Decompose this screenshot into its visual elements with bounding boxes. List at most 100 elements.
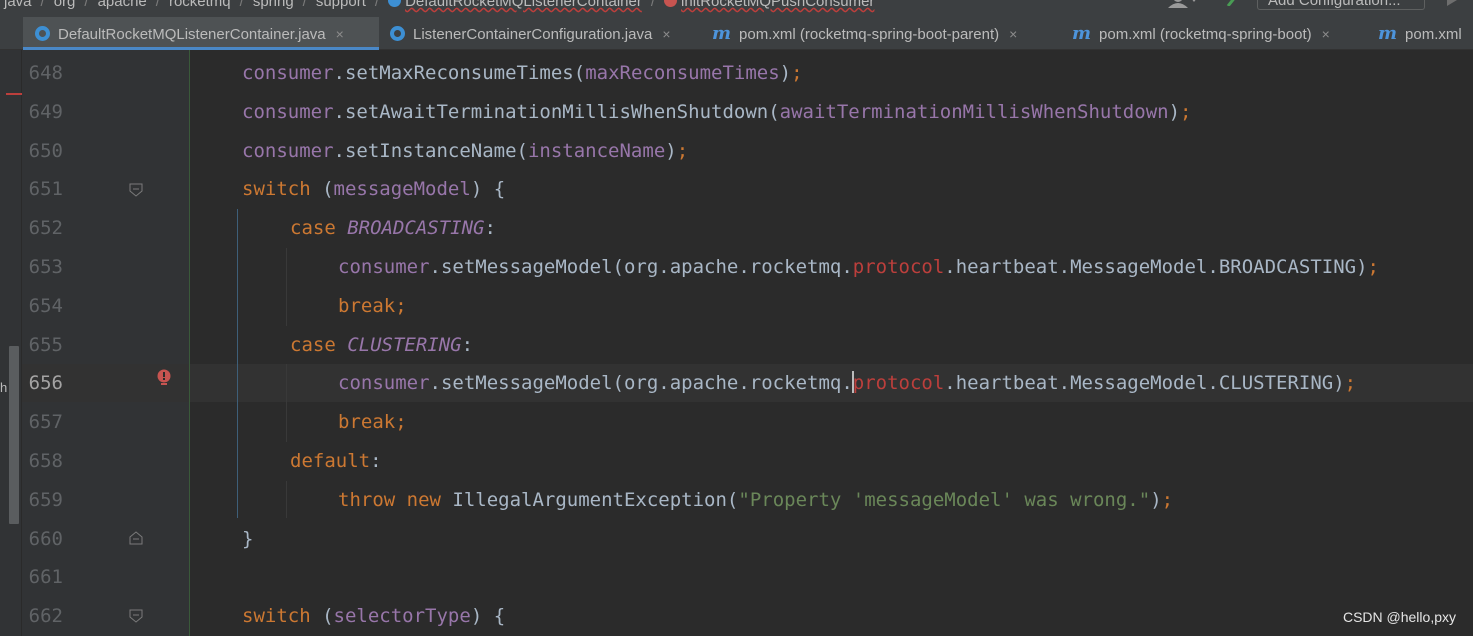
code-token: ): [1168, 100, 1181, 123]
code-token: .setMaxReconsumeTimes(: [333, 62, 586, 84]
code-token: "Property 'messageModel' was wrong.": [738, 488, 1151, 511]
line-number: 648: [28, 62, 63, 84]
breadcrumb-item-support[interactable]: support: [316, 0, 366, 10]
user-icon[interactable]: [1168, 0, 1198, 8]
tab-pom-other[interactable]: m pom.xml: [1378, 17, 1462, 49]
code-token: ;: [676, 139, 689, 162]
breadcrumb-item-method[interactable]: initRocketMQPushConsumer: [681, 0, 874, 10]
java-class-icon: [35, 26, 50, 41]
breadcrumb-separator: /: [374, 0, 380, 10]
add-configuration-button[interactable]: Add Configuration...: [1257, 0, 1425, 10]
line-number: 651: [28, 178, 63, 201]
code-token: break;: [338, 411, 407, 434]
code-line[interactable]: 650 consumer.setInstanceName(instanceName…: [0, 132, 1473, 170]
breadcrumb-separator: /: [40, 0, 45, 10]
code-token: .heartbeat.MessageModel.CLUSTERING): [944, 372, 1345, 395]
breadcrumb-item-class[interactable]: DefaultRocketMQListenerContainer: [405, 0, 642, 10]
code-token: .heartbeat.MessageModel.BROADCASTING): [944, 256, 1368, 278]
code-token: (: [322, 178, 334, 201]
breadcrumb: java / org / apache / rocketmq / spring / support /…: [4, 0, 874, 10]
code-token: case: [290, 333, 348, 356]
breadcrumb-item-rocketmq[interactable]: rocketmq: [169, 0, 231, 10]
navigation-bar: java / org / apache / rocketmq / spring / support /…: [0, 0, 1473, 17]
code-line[interactable]: 652 case BROADCASTING:: [0, 209, 1473, 247]
code-line[interactable]: 654 break;: [0, 287, 1473, 325]
code-text: throw new IllegalArgumentException("Prop…: [338, 481, 1173, 519]
code-text: }: [242, 520, 253, 558]
breadcrumb-separator: /: [302, 0, 307, 10]
code-token: ) {: [470, 605, 506, 628]
code-token: (: [322, 605, 334, 628]
code-text: case BROADCASTING:: [290, 209, 496, 247]
code-line[interactable]: 660}: [0, 520, 1473, 558]
code-line[interactable]: 651 switch (messageModel) {: [0, 170, 1473, 208]
code-text: consumer.setInstanceName(instanceName);: [242, 132, 688, 170]
code-text: break;: [338, 287, 407, 325]
line-number: 653: [28, 256, 63, 278]
breadcrumb-separator: /: [84, 0, 89, 10]
code-line[interactable]: 649 consumer.setAwaitTerminationMillisWhe…: [0, 93, 1473, 131]
code-token: break;: [338, 294, 407, 317]
line-number: 654: [28, 294, 63, 317]
editor-tab-bar: DefaultRocketMQListenerContainer.java × L…: [0, 17, 1473, 50]
tab-listener-container-configuration[interactable]: ListenerContainerConfiguration.java ×: [390, 17, 671, 49]
code-token: ;: [1344, 372, 1357, 395]
code-token: IllegalArgumentException(: [452, 488, 739, 511]
code-token: CLUSTERING: [347, 333, 462, 356]
code-token: ;: [1367, 256, 1379, 278]
tab-label: pom.xml (rocketmq-spring-boot-parent): [739, 26, 1000, 43]
run-icon[interactable]: [1446, 0, 1458, 6]
line-number: 658: [28, 450, 63, 472]
code-token: protocol: [852, 256, 945, 278]
code-line[interactable]: 661: [0, 558, 1473, 596]
breadcrumb-item-org[interactable]: org: [54, 0, 76, 10]
code-text: switch (messageModel) {: [242, 170, 505, 208]
code-line[interactable]: 657 break;: [0, 403, 1473, 441]
code-line[interactable]: 653 consumer.setMessageModel(org.apache.r…: [0, 248, 1473, 286]
code-text: consumer.setAwaitTerminationMillisWhenSh…: [242, 93, 1191, 131]
close-icon[interactable]: ×: [1009, 26, 1017, 42]
tab-default-rocketmq-listener-container[interactable]: DefaultRocketMQListenerContainer.java ×: [23, 17, 379, 50]
code-text: consumer.setMessageModel(org.apache.rock…: [338, 248, 1379, 286]
code-token: .setAwaitTerminationMillisWhenShutdown(: [333, 100, 780, 123]
tab-label: DefaultRocketMQListenerContainer.java: [58, 26, 326, 43]
code-token: switch: [242, 605, 323, 628]
code-token: }: [242, 527, 254, 550]
code-line[interactable]: 662 switch (selectorType) {: [0, 597, 1473, 635]
build-hammer-icon[interactable]: [1226, 0, 1240, 6]
maven-icon: m: [1378, 23, 1398, 44]
close-icon[interactable]: ×: [336, 26, 344, 42]
code-text: consumer.setMessageModel(org.apache.rock…: [338, 364, 1356, 402]
code-token: consumer: [338, 256, 430, 278]
code-line[interactable]: 648 consumer.setMaxReconsumeTimes(maxReco…: [0, 54, 1473, 92]
breadcrumb-item-spring[interactable]: spring: [253, 0, 294, 10]
line-number: 655: [28, 333, 63, 356]
class-icon: [388, 0, 402, 7]
code-line[interactable]: 655 case CLUSTERING:: [0, 326, 1473, 364]
code-token: ;: [791, 62, 803, 84]
code-line[interactable]: 658 default:: [0, 442, 1473, 480]
breadcrumb-item-apache[interactable]: apache: [98, 0, 147, 10]
code-line[interactable]: 659 throw new IllegalArgumentException("P…: [0, 481, 1473, 519]
line-number: 661: [28, 566, 63, 589]
java-class-icon: [390, 26, 405, 41]
code-token: ): [665, 139, 677, 162]
tab-pom-boot[interactable]: m pom.xml (rocketmq-spring-boot) ×: [1072, 17, 1330, 49]
line-number: 662: [28, 605, 63, 628]
code-token: messageModel: [333, 178, 471, 201]
code-token: :: [484, 217, 496, 240]
line-number: 649: [28, 100, 63, 123]
breadcrumb-item-java[interactable]: java: [4, 0, 32, 10]
code-token: ;: [1161, 488, 1174, 511]
code-token: ;: [1180, 100, 1192, 123]
code-line[interactable]: 656 consumer.setMessageModel(org.apache.r…: [0, 364, 1473, 402]
close-icon[interactable]: ×: [662, 26, 670, 42]
tab-pom-parent[interactable]: m pom.xml (rocketmq-spring-boot-parent) ×: [712, 17, 1017, 49]
close-icon[interactable]: ×: [1322, 26, 1330, 42]
code-token: ): [1150, 488, 1162, 511]
line-number: 659: [28, 488, 63, 511]
code-token: selectorType: [333, 605, 471, 628]
line-number: 652: [28, 217, 63, 240]
code-token: default: [290, 450, 371, 472]
code-text: break;: [338, 403, 407, 441]
